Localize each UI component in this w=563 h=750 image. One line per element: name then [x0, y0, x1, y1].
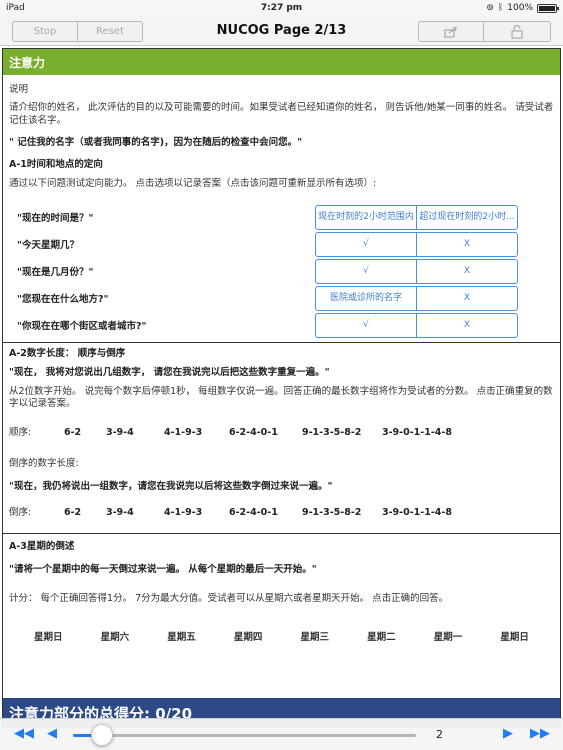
weekday-option[interactable]: 星期四: [234, 632, 263, 645]
previous-page-icon[interactable]: ◀: [47, 727, 57, 741]
a3-title: A-3星期的倒述: [9, 541, 75, 553]
divider: [3, 341, 560, 343]
digit-span[interactable]: 6-2: [64, 427, 106, 440]
weekday-options: 星期日 星期六 星期五 星期四 星期三 星期二 星期一 星期日: [9, 632, 554, 645]
weekday-option[interactable]: 星期二: [367, 632, 396, 645]
answer-option-incorrect[interactable]: X: [416, 312, 518, 338]
answer-option-incorrect[interactable]: 超过现在时刻的2小时...: [416, 204, 518, 230]
page-number: 2: [436, 728, 443, 741]
instructions-label: 说明: [9, 84, 29, 95]
answer-option-correct[interactable]: √: [315, 312, 417, 338]
device-name: iPad: [6, 3, 25, 13]
forward-digits-row: 顺序: 6-2 3-9-4 4-1-9-3 6-2-4-0-1 9-1-3-5-…: [9, 427, 554, 440]
remember-instruction: " 记住我的名字（或者我同事的名字)，因为在随后的检查中会问您。": [9, 137, 303, 149]
reset-button[interactable]: Reset: [77, 21, 143, 42]
a1-title: A-1时间和地点的定向: [9, 159, 103, 171]
question-label[interactable]: "你现在在哪个街区或者城市?": [17, 321, 146, 334]
question-row: "现在的时间是？" 现在时刻的2小时范围内 超过现在时刻的2小时...: [9, 204, 554, 232]
intro-text: 请介绍你的姓名， 此次评估的目的以及可能需要的时间。如果受试者已经知道你的姓名，…: [9, 101, 554, 126]
share-button[interactable]: [418, 21, 484, 42]
next-page-icon[interactable]: ▶: [503, 727, 513, 741]
first-page-icon[interactable]: ◀◀: [14, 727, 34, 741]
lock-button[interactable]: [483, 21, 551, 42]
a2-backward-instruction: "现在，我仍将说出一组数字，请您在我说完以后将这些数字倒过来说一遍。": [9, 480, 333, 492]
share-icon: [444, 26, 457, 38]
weekday-option[interactable]: 星期五: [167, 632, 196, 645]
question-row: "今天星期几？ √ X: [9, 231, 554, 259]
page-slider-thumb[interactable]: [90, 724, 113, 746]
answer-option-correct[interactable]: √: [315, 258, 417, 284]
weekday-option[interactable]: 星期日: [500, 632, 529, 645]
digit-span[interactable]: 3-9-4: [106, 507, 164, 520]
question-label[interactable]: "现在是几月份？": [17, 267, 93, 280]
digit-span[interactable]: 9-1-3-5-8-2: [302, 507, 382, 520]
digit-span[interactable]: 4-1-9-3: [164, 427, 229, 440]
clock: 7:27 pm: [260, 3, 303, 13]
answer-option-correct[interactable]: 医院或诊所的名字: [315, 285, 417, 311]
weekday-option[interactable]: 星期三: [301, 632, 330, 645]
question-label[interactable]: "现在的时间是？": [17, 213, 93, 226]
digit-span[interactable]: 9-1-3-5-8-2: [302, 427, 382, 440]
question-row: "你现在在哪个街区或者城市?" √ X: [9, 312, 554, 340]
weekday-option[interactable]: 星期一: [434, 632, 463, 645]
digit-span[interactable]: 3-9-0-1-1-4-8: [382, 427, 452, 440]
answer-option-correct[interactable]: 现在时刻的2小时范围内: [315, 204, 417, 230]
backward-digits-row: 倒序: 6-2 3-9-4 4-1-9-3 6-2-4-0-1 9-1-3-5-…: [9, 507, 554, 520]
rotation-lock-icon: ⊚: [486, 3, 494, 13]
weekday-option[interactable]: 星期日: [34, 632, 63, 645]
stop-button[interactable]: Stop: [12, 21, 78, 42]
a2-description: 从2位数字开始。 说完每个数字后停顿1秒， 每组数字仅说一遍。回答正确的最长数字…: [9, 385, 553, 410]
a3-description: 计分： 每个正确回答得1分。 7分为最大分值。受试者可以从星期六或者星期天开始。…: [9, 593, 449, 604]
digit-span[interactable]: 6-2-4-0-1: [229, 507, 302, 520]
question-row: "现在是几月份？" √ X: [9, 258, 554, 286]
backward-title: 倒序的数字长度:: [9, 457, 79, 469]
question-row: "您现在在什么地方?" 医院或诊所的名字 X: [9, 285, 554, 313]
question-label[interactable]: "您现在在什么地方?": [17, 294, 108, 307]
battery-icon: [537, 3, 559, 13]
answer-option-correct[interactable]: √: [315, 231, 417, 257]
digit-span[interactable]: 6-2: [64, 507, 106, 520]
a2-instruction: "现在， 我将对您说出几组数字， 请您在我说完以后把这些数字重复一遍。": [9, 366, 330, 378]
backward-label: 倒序:: [9, 506, 32, 518]
orientation-grid: "现在的时间是？" 现在时刻的2小时范围内 超过现在时刻的2小时... "今天星…: [9, 204, 554, 340]
question-label[interactable]: "今天星期几？: [17, 240, 79, 253]
section-header: 注意力: [3, 49, 560, 75]
bluetooth-icon: ᛒ: [497, 3, 504, 13]
weekday-option[interactable]: 星期六: [101, 632, 130, 645]
status-bar: iPad 7:27 pm ⊚ ᛒ 100%: [0, 0, 563, 16]
divider: [3, 533, 560, 535]
a2-title: A-2数字长度： 顺序与倒序: [9, 347, 126, 359]
forward-label: 顺序:: [9, 427, 32, 439]
last-page-icon[interactable]: ▶▶: [530, 727, 550, 741]
nav-bar: Stop Reset NUCOG Page 2/13: [0, 16, 563, 46]
digit-span[interactable]: 3-9-4: [106, 427, 164, 440]
digit-span[interactable]: 3-9-0-1-1-4-8: [382, 507, 452, 520]
a1-description: 通过以下问题测试定向能力。 点击选项以记录答案（点击该问题可重新显示所有选项）:: [9, 178, 377, 190]
battery-percent: 100%: [507, 3, 533, 13]
section-content: 说明 请介绍你的姓名， 此次评估的目的以及可能需要的时间。如果受试者已经知道你的…: [3, 84, 560, 645]
lock-icon: [511, 24, 523, 39]
answer-option-incorrect[interactable]: X: [416, 285, 518, 311]
page-slider[interactable]: [73, 734, 416, 737]
bottom-toolbar: ◀◀ ◀ 2 ▶ ▶▶: [0, 718, 563, 750]
answer-option-incorrect[interactable]: X: [416, 231, 518, 257]
digit-span[interactable]: 4-1-9-3: [164, 507, 229, 520]
digit-span[interactable]: 6-2-4-0-1: [229, 427, 302, 440]
a3-instruction: "请将一个星期中的每一天倒过来说一遍。 从每个星期的最后一天开始。": [9, 564, 317, 576]
answer-option-incorrect[interactable]: X: [416, 258, 518, 284]
status-right: ⊚ ᛒ 100%: [486, 3, 559, 13]
assessment-page: 注意力 说明 请介绍你的姓名， 此次评估的目的以及可能需要的时间。如果受试者已经…: [2, 48, 561, 728]
